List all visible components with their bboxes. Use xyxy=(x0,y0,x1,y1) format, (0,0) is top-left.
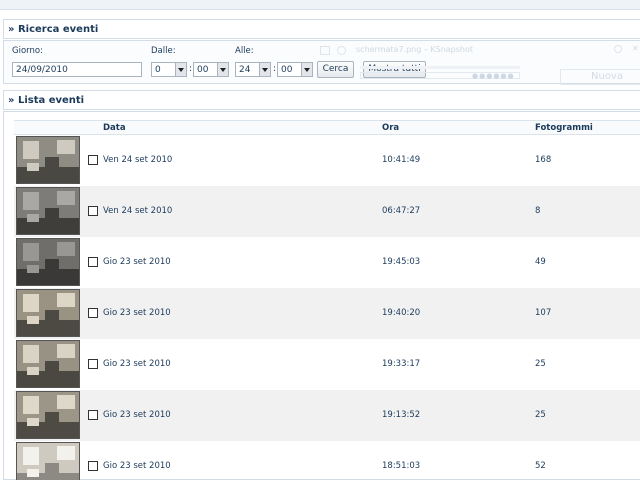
column-header-time[interactable]: Ora xyxy=(382,123,399,133)
event-date: Gio 23 set 2010 xyxy=(103,257,171,267)
top-strip xyxy=(0,0,640,10)
event-date: Gio 23 set 2010 xyxy=(103,308,171,318)
table-row[interactable]: Ven 24 set 2010 10:41:49 168 xyxy=(14,135,640,186)
camera-thumbnail[interactable] xyxy=(16,238,80,286)
ghost-divider xyxy=(360,66,520,69)
event-date: Gio 23 set 2010 xyxy=(103,461,171,471)
table-body: Ven 24 set 2010 10:41:49 168 Ven 24 set 201… xyxy=(14,135,640,480)
time-separator: : xyxy=(189,64,193,74)
camera-thumbnail[interactable] xyxy=(16,391,80,439)
table-row[interactable]: Ven 24 set 2010 06:47:27 8 xyxy=(14,186,640,237)
events-panel: Data Ora Fotogrammi Ven 24 set 2010 10:41… xyxy=(3,111,640,480)
from-minute-value: 00 xyxy=(197,65,209,75)
pin-icon xyxy=(337,46,346,55)
from-label: Dalle: xyxy=(151,46,176,56)
events-section-title: » Lista eventi xyxy=(3,90,640,110)
checkbox-icon[interactable] xyxy=(88,308,98,318)
dropdown-arrow-icon[interactable] xyxy=(217,63,228,76)
to-hour-select[interactable]: 24 xyxy=(235,62,271,77)
to-label: Alle: xyxy=(235,46,254,56)
table-row[interactable]: Gio 23 set 2010 19:13:52 25 xyxy=(14,390,640,441)
ghost-dots: ●●●●●● xyxy=(472,72,515,80)
table-row[interactable]: Gio 23 set 2010 19:40:20 107 xyxy=(14,288,640,339)
camera-thumbnail[interactable] xyxy=(16,442,80,480)
event-time: 19:40:20 xyxy=(382,308,421,318)
camera-thumbnail[interactable] xyxy=(16,187,80,235)
camera-thumbnail[interactable] xyxy=(16,289,80,337)
event-time: 19:13:52 xyxy=(382,410,421,420)
event-time: 19:45:03 xyxy=(382,257,421,267)
event-frames: 25 xyxy=(535,410,546,420)
ghost-new-button: Nuova xyxy=(560,69,640,85)
from-minute-select[interactable]: 00 xyxy=(193,62,229,77)
event-frames: 8 xyxy=(535,206,541,216)
event-frames: 25 xyxy=(535,359,546,369)
checkbox-icon[interactable] xyxy=(88,359,98,369)
event-frames: 168 xyxy=(535,155,552,165)
to-minute-select[interactable]: 00 xyxy=(277,62,313,77)
event-frames: 107 xyxy=(535,308,552,318)
event-date: Gio 23 set 2010 xyxy=(103,410,171,420)
checkbox-icon[interactable] xyxy=(88,155,98,165)
day-label: Giorno: xyxy=(12,46,43,56)
window-icon xyxy=(320,46,330,55)
camera-thumbnail[interactable] xyxy=(16,340,80,388)
table-row[interactable]: Gio 23 set 2010 18:51:03 52 xyxy=(14,441,640,480)
events-table: Data Ora Fotogrammi Ven 24 set 2010 10:41… xyxy=(14,120,640,480)
camera-thumbnail[interactable] xyxy=(16,136,80,184)
column-header-date[interactable]: Data xyxy=(103,123,126,133)
time-separator: : xyxy=(273,64,277,74)
background-window-ghost: schermata7.png – KSnapshot ✕ ●●●●●● Nuov… xyxy=(312,41,640,89)
checkbox-icon[interactable] xyxy=(88,206,98,216)
table-header: Data Ora Fotogrammi xyxy=(14,120,640,135)
event-time: 06:47:27 xyxy=(382,206,421,216)
background-window-title: schermata7.png – KSnapshot xyxy=(356,45,474,54)
dropdown-arrow-icon[interactable] xyxy=(175,63,186,76)
table-row[interactable]: Gio 23 set 2010 19:45:03 49 xyxy=(14,237,640,288)
event-time: 19:33:17 xyxy=(382,359,421,369)
from-hour-value: 0 xyxy=(155,65,161,75)
table-row[interactable]: Gio 23 set 2010 19:33:17 25 xyxy=(14,339,640,390)
event-frames: 49 xyxy=(535,257,546,267)
to-minute-value: 00 xyxy=(281,65,293,75)
event-date: Gio 23 set 2010 xyxy=(103,359,171,369)
close-icon: ✕ xyxy=(632,44,639,53)
search-section-title: » Ricerca eventi xyxy=(3,19,640,39)
day-input[interactable]: 24/09/2010 xyxy=(12,62,142,77)
event-frames: 52 xyxy=(535,461,546,471)
event-date: Ven 24 set 2010 xyxy=(103,206,173,216)
dropdown-arrow-icon[interactable] xyxy=(259,63,270,76)
event-time: 10:41:49 xyxy=(382,155,421,165)
event-time: 18:51:03 xyxy=(382,461,421,471)
checkbox-icon[interactable] xyxy=(88,461,98,471)
to-hour-value: 24 xyxy=(239,65,251,75)
from-hour-select[interactable]: 0 xyxy=(151,62,187,77)
checkbox-icon[interactable] xyxy=(88,257,98,267)
event-date: Ven 24 set 2010 xyxy=(103,155,173,165)
help-icon xyxy=(614,45,622,53)
checkbox-icon[interactable] xyxy=(88,410,98,420)
column-header-frames[interactable]: Fotogrammi xyxy=(535,123,593,133)
dropdown-arrow-icon[interactable] xyxy=(301,63,312,76)
